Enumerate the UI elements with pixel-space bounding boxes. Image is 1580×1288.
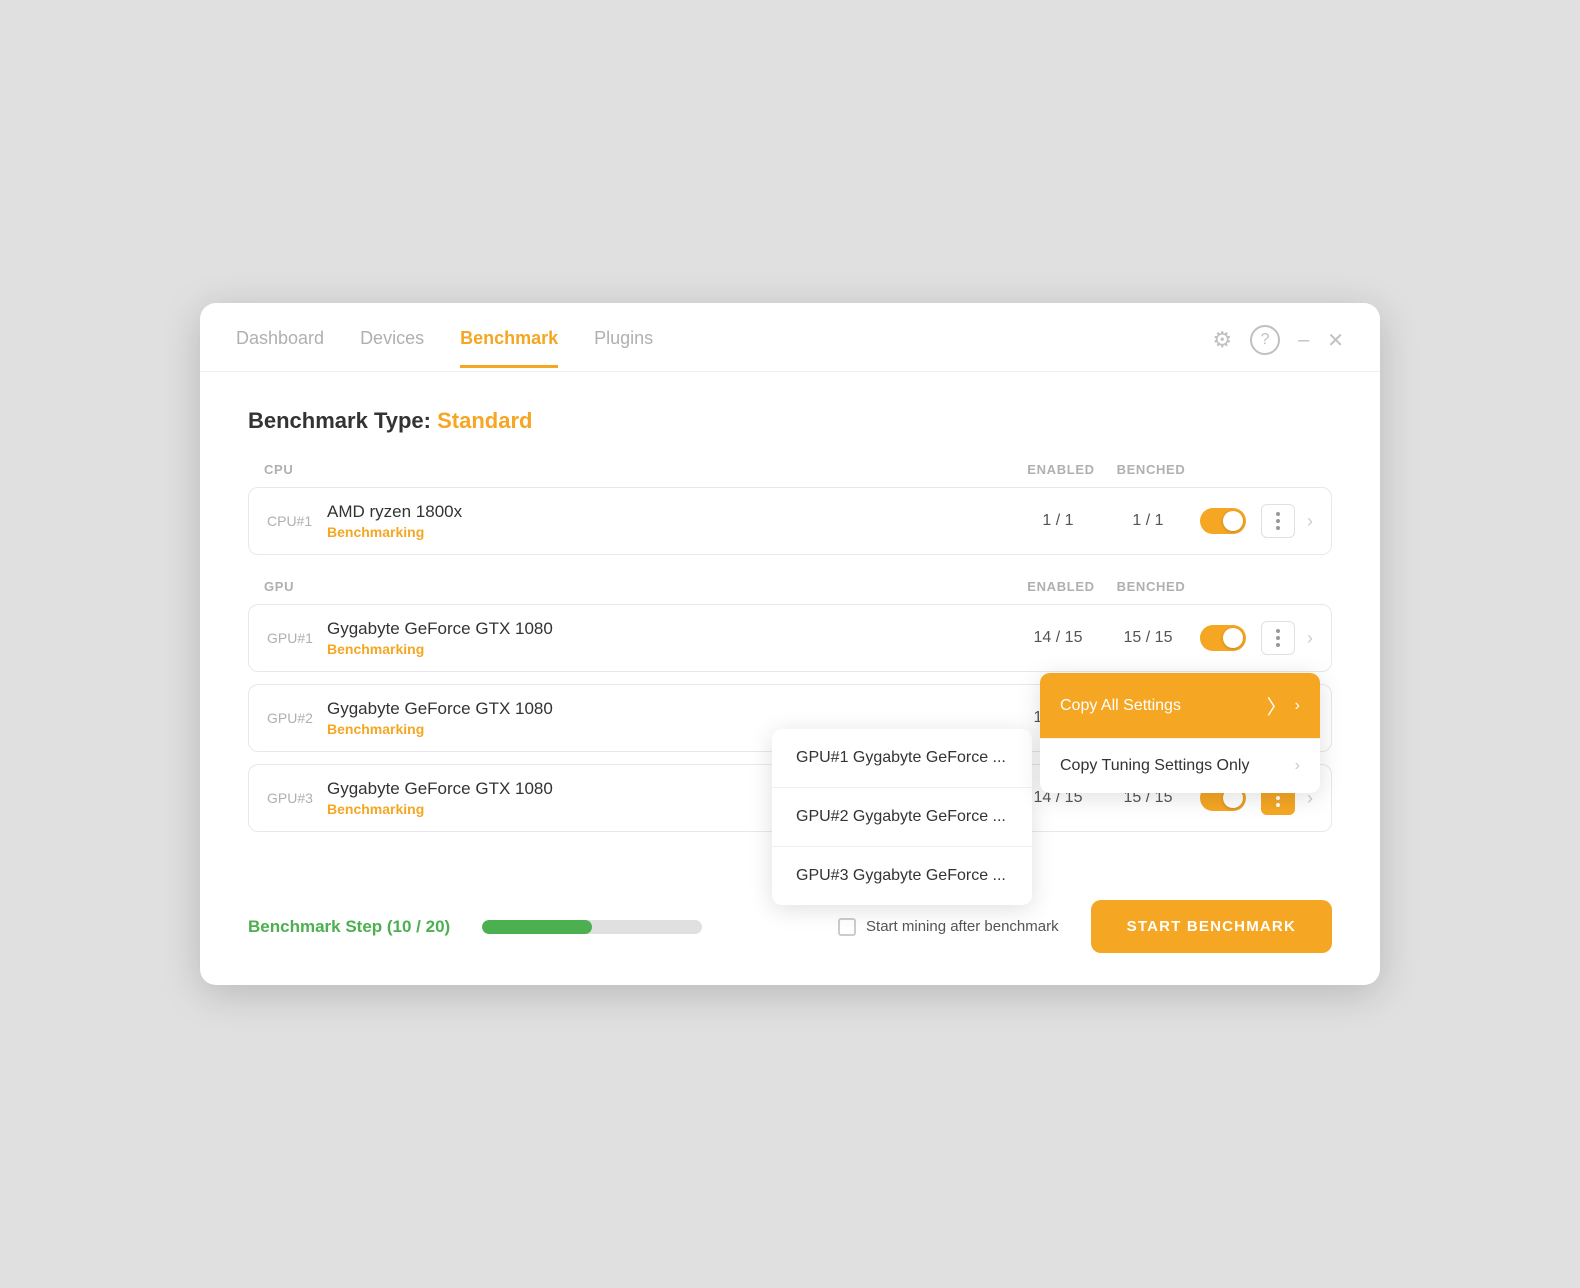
gpu-row-1: GPU#1 Gygabyte GeForce GTX 1080 Benchmar… — [248, 604, 1332, 672]
cpu1-dots-btn[interactable] — [1261, 504, 1295, 538]
copy-tuning-settings[interactable]: Copy Tuning Settings Only › — [1040, 739, 1320, 793]
submenu-list: GPU#1 Gygabyte GeForce ... GPU#2 Gygabyt… — [772, 729, 1032, 905]
gpu-benched-header: BENCHED — [1106, 579, 1196, 594]
start-mining-text: Start mining after benchmark — [866, 918, 1059, 935]
nav-plugins[interactable]: Plugins — [594, 328, 653, 368]
start-mining-checkbox[interactable] — [838, 918, 856, 936]
copy-tuning-chevron: › — [1295, 757, 1300, 775]
copy-all-chevron: › — [1295, 697, 1300, 715]
cpu1-toggle[interactable] — [1200, 508, 1246, 534]
help-icon[interactable]: ? — [1250, 325, 1280, 355]
progress-fill — [482, 920, 592, 934]
gpu-section-header: GPU ENABLED BENCHED — [248, 579, 1332, 594]
settings-icon[interactable]: ⚙ — [1212, 327, 1232, 353]
app-window: Dashboard Devices Benchmark Plugins ⚙ ? … — [200, 303, 1380, 985]
cpu1-toggle-wrap — [1193, 508, 1253, 534]
gpu3-id: GPU#3 — [267, 790, 327, 806]
cpu1-status: Benchmarking — [327, 524, 1013, 540]
dot2 — [1276, 636, 1280, 640]
dot2 — [1276, 519, 1280, 523]
progress-bar — [482, 920, 702, 934]
dot3 — [1276, 643, 1280, 647]
cpu1-chevron[interactable]: › — [1307, 511, 1313, 532]
nav-dashboard[interactable]: Dashboard — [236, 328, 324, 368]
submenu-gpu3[interactable]: GPU#3 Gygabyte GeForce ... — [772, 847, 1032, 905]
cpu-label: CPU — [264, 462, 1016, 477]
benchmark-type-label: Benchmark Type: Standard — [248, 408, 1332, 434]
benchmark-type-value: Standard — [437, 408, 532, 433]
top-nav: Dashboard Devices Benchmark Plugins ⚙ ? … — [200, 303, 1380, 372]
gpu1-benched: 15 / 15 — [1103, 629, 1193, 647]
cpu1-id: CPU#1 — [267, 513, 327, 529]
nav-links: Dashboard Devices Benchmark Plugins — [236, 328, 1212, 368]
close-icon[interactable]: ✕ — [1327, 328, 1344, 353]
context-menu: GPU#1 Gygabyte GeForce ... GPU#2 Gygabyt… — [772, 673, 1320, 905]
gpu1-toggle[interactable] — [1200, 625, 1246, 651]
submenu-gpu2[interactable]: GPU#2 Gygabyte GeForce ... — [772, 788, 1032, 847]
dot1 — [1276, 512, 1280, 516]
gpu1-dots-btn[interactable] — [1261, 621, 1295, 655]
cpu-section-header: CPU ENABLED BENCHED — [248, 462, 1332, 477]
cpu-row-1: CPU#1 AMD ryzen 1800x Benchmarking 1 / 1… — [248, 487, 1332, 555]
dot3 — [1276, 526, 1280, 530]
cpu-section: CPU ENABLED BENCHED CPU#1 AMD ryzen 1800… — [248, 462, 1332, 555]
cpu1-info: AMD ryzen 1800x Benchmarking — [327, 502, 1013, 540]
main-content: Benchmark Type: Standard CPU ENABLED BEN… — [200, 372, 1380, 876]
copy-all-label: Copy All Settings — [1060, 697, 1181, 715]
gpu1-toggle-wrap — [1193, 625, 1253, 651]
gpu1-status: Benchmarking — [327, 641, 1013, 657]
benchmark-step-label: Benchmark Step (10 / 20) — [248, 917, 450, 937]
cpu-benched-header: BENCHED — [1106, 462, 1196, 477]
copy-all-settings[interactable]: Copy All Settings 〉 › — [1040, 673, 1320, 739]
cursor-icon: 〉 — [1267, 691, 1287, 720]
start-benchmark-button[interactable]: START BENCHMARK — [1091, 900, 1332, 953]
copy-menu: Copy All Settings 〉 › Copy Tuning Settin… — [1040, 673, 1320, 793]
cpu-enabled-header: ENABLED — [1016, 462, 1106, 477]
copy-tuning-label: Copy Tuning Settings Only — [1060, 757, 1249, 775]
gpu2-id: GPU#2 — [267, 710, 327, 726]
cpu1-name: AMD ryzen 1800x — [327, 502, 1013, 522]
dot1 — [1276, 629, 1280, 633]
cpu1-enabled: 1 / 1 — [1013, 512, 1103, 530]
gpu1-name: Gygabyte GeForce GTX 1080 — [327, 619, 1013, 639]
gpu1-chevron[interactable]: › — [1307, 628, 1313, 649]
minimize-icon[interactable]: – — [1298, 329, 1309, 352]
nav-benchmark[interactable]: Benchmark — [460, 328, 558, 368]
gpu1-id: GPU#1 — [267, 630, 327, 646]
start-mining-checkbox-label[interactable]: Start mining after benchmark — [838, 918, 1059, 936]
submenu-gpu1[interactable]: GPU#1 Gygabyte GeForce ... — [772, 729, 1032, 788]
gpu-label: GPU — [264, 579, 1016, 594]
nav-actions: ⚙ ? – ✕ — [1212, 325, 1344, 371]
gpu1-enabled: 14 / 15 — [1013, 629, 1103, 647]
nav-devices[interactable]: Devices — [360, 328, 424, 368]
gpu1-info: Gygabyte GeForce GTX 1080 Benchmarking — [327, 619, 1013, 657]
cpu1-benched: 1 / 1 — [1103, 512, 1193, 530]
gpu-enabled-header: ENABLED — [1016, 579, 1106, 594]
